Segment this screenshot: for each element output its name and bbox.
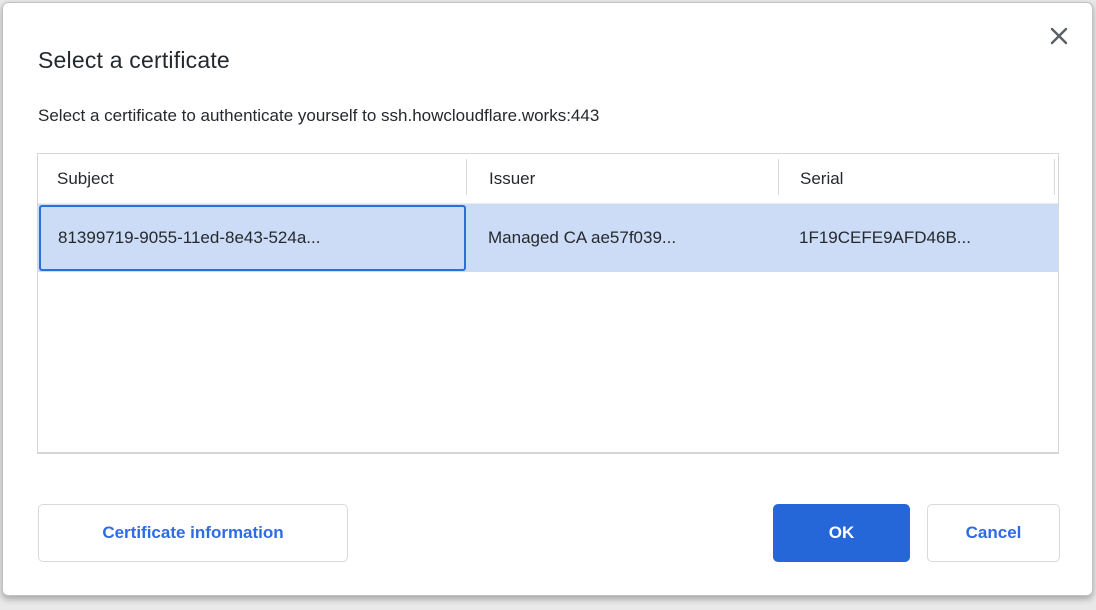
dialog-subtitle: Select a certificate to authenticate you… [38,106,599,126]
cell-serial[interactable]: 1F19CEFE9AFD46B... [778,204,1058,272]
close-icon [1048,25,1070,47]
select-certificate-dialog: Select a certificate Select a certificat… [2,2,1093,596]
column-header-subject[interactable]: Subject [38,154,466,203]
cell-subject[interactable]: 81399719-9055-11ed-8e43-524a... [39,205,466,271]
column-header-serial[interactable]: Serial [779,154,1054,203]
screen: Select a certificate Select a certificat… [0,0,1096,610]
certificate-row[interactable]: 81399719-9055-11ed-8e43-524a... Managed … [38,204,1058,272]
certificate-table: Subject Issuer Serial 81399719-9055-11ed… [37,153,1059,454]
ok-button[interactable]: OK [773,504,910,562]
certificate-information-button[interactable]: Certificate information [38,504,348,562]
column-header-issuer[interactable]: Issuer [467,154,778,203]
table-header: Subject Issuer Serial [38,154,1058,204]
scrollbar-gutter [1055,154,1058,203]
cancel-button[interactable]: Cancel [927,504,1060,562]
cell-issuer[interactable]: Managed CA ae57f039... [466,204,778,272]
close-button[interactable] [1044,21,1074,51]
dialog-title: Select a certificate [38,47,230,74]
